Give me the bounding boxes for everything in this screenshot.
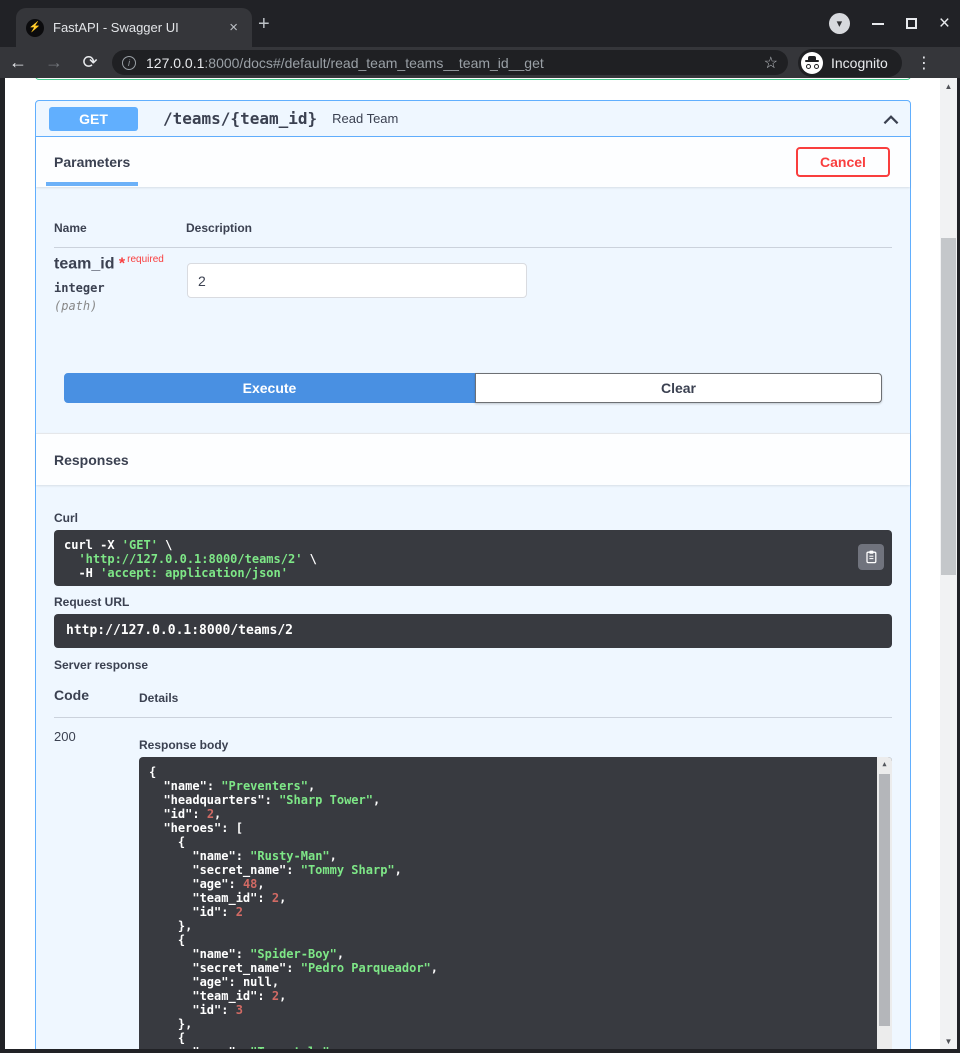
team-id-input[interactable] — [187, 263, 527, 298]
browser-toolbar: ← → ⟳ i 127.0.0.1:8000/docs#/default/rea… — [0, 47, 960, 78]
incognito-badge: Incognito — [798, 49, 902, 77]
status-code: 200 — [54, 729, 76, 744]
collapse-chevron-icon[interactable] — [880, 109, 902, 131]
bookmark-star-icon[interactable]: ☆ — [764, 53, 778, 73]
clear-button[interactable]: Clear — [475, 373, 882, 403]
parameters-section-header: Parameters Cancel — [36, 137, 910, 187]
get-teams-operation-block: GET /teams/{team_id} Read Team Parameter… — [35, 100, 911, 1053]
parameters-tab-underline — [46, 182, 138, 186]
server-response-label: Server response — [54, 658, 148, 672]
curl-label: Curl — [54, 511, 78, 525]
tab-close-icon[interactable]: × — [225, 18, 242, 37]
parameter-name: team_id *required — [54, 254, 164, 273]
tab-parameters[interactable]: Parameters — [54, 154, 130, 170]
responses-section-header: Responses — [36, 433, 910, 485]
url-text: 127.0.0.1:8000/docs#/default/read_team_t… — [146, 55, 756, 71]
browser-window: ⚡ FastAPI - Swagger UI × + ▾ × ← → ⟳ i 1… — [0, 0, 960, 1053]
page-scroll-down-icon[interactable]: ▼ — [940, 1033, 957, 1049]
tab-title: FastAPI - Swagger UI — [53, 20, 225, 35]
scroll-up-icon[interactable]: ▲ — [877, 757, 892, 771]
window-controls: ▾ × — [829, 0, 950, 47]
response-body-label: Response body — [139, 738, 228, 752]
required-star: * — [119, 255, 125, 272]
window-edge-left — [0, 78, 5, 1053]
window-close-button[interactable]: × — [939, 14, 950, 33]
parameter-location: (path) — [54, 299, 97, 313]
details-column-header: Details — [139, 691, 178, 705]
page-scrollbar-thumb[interactable] — [941, 238, 956, 575]
new-tab-button[interactable]: + — [258, 14, 270, 34]
table-header-divider — [54, 247, 892, 248]
site-info-icon[interactable]: i — [122, 56, 136, 70]
incognito-label: Incognito — [831, 55, 888, 71]
forward-icon[interactable]: → — [36, 52, 72, 73]
window-minimize-button[interactable] — [872, 23, 884, 25]
browser-tab[interactable]: ⚡ FastAPI - Swagger UI × — [16, 8, 252, 47]
request-url-label: Request URL — [54, 595, 129, 609]
operation-path[interactable]: /teams/{team_id} — [163, 109, 317, 128]
operation-header: GET /teams/{team_id} Read Team — [36, 101, 910, 137]
browser-menu-icon[interactable]: ⋮ — [916, 53, 932, 73]
column-header-description: Description — [186, 221, 252, 235]
response-body-scrollbar[interactable]: ▲ — [877, 757, 892, 1053]
cancel-button[interactable]: Cancel — [796, 147, 890, 177]
response-scrollbar-thumb[interactable] — [879, 774, 890, 1026]
response-table-divider — [54, 717, 892, 718]
incognito-spy-icon — [801, 52, 823, 74]
tab-strip: ⚡ FastAPI - Swagger UI × + ▾ × — [0, 0, 960, 47]
url-path: :8000/docs#/default/read_team_teams__tea… — [204, 55, 543, 71]
page-scrollbar[interactable]: ▲ ▼ — [940, 78, 957, 1049]
required-label: required — [127, 254, 164, 265]
request-url-block: http://127.0.0.1:8000/teams/2 — [54, 614, 892, 648]
http-method-badge: GET — [49, 107, 138, 131]
back-icon[interactable]: ← — [0, 52, 36, 73]
operation-summary: Read Team — [332, 111, 398, 126]
window-maximize-button[interactable] — [906, 18, 917, 29]
fastapi-favicon-icon: ⚡ — [26, 19, 44, 37]
request-url-value: http://127.0.0.1:8000/teams/2 — [66, 623, 293, 638]
url-bar[interactable]: i 127.0.0.1:8000/docs#/default/read_team… — [112, 50, 788, 75]
swagger-page: GET /teams/{team_id} Read Team Parameter… — [0, 78, 960, 1053]
copy-to-clipboard-button[interactable] — [858, 544, 884, 570]
browser-update-icon[interactable]: ▾ — [829, 13, 850, 34]
execute-button[interactable]: Execute — [64, 373, 475, 403]
parameter-type: integer — [54, 281, 105, 295]
response-body-code: { "name": "Preventers", "headquarters": … — [149, 765, 866, 1053]
curl-command-block: curl -X 'GET' \ 'http://127.0.0.1:8000/t… — [54, 530, 892, 586]
window-edge-bottom — [0, 1049, 960, 1053]
code-column-header: Code — [54, 687, 89, 703]
response-body-block: { "name": "Preventers", "headquarters": … — [139, 757, 892, 1053]
page-scroll-up-icon[interactable]: ▲ — [940, 78, 957, 94]
url-host: 127.0.0.1 — [146, 55, 204, 71]
previous-operation-block — [35, 78, 911, 80]
reload-icon[interactable]: ⟳ — [72, 52, 108, 73]
responses-title: Responses — [54, 452, 129, 468]
column-header-name: Name — [54, 221, 87, 235]
